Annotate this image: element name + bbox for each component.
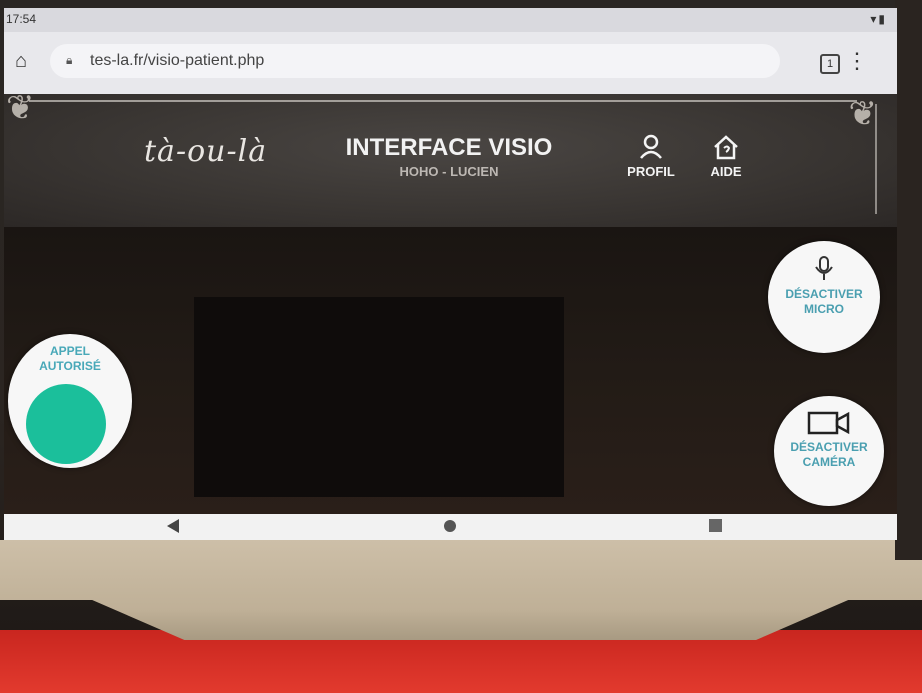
profil-button[interactable]: PROFIL [621,134,681,179]
aide-button[interactable]: AIDE [696,134,756,179]
home-icon[interactable]: ⌂ [10,50,32,72]
camera-label-line1: DÉSACTIVER [790,440,868,454]
site-header: ❦ ❦ tà-ou-là INTERFACE VISIO HOHO - LUCI… [4,89,897,227]
lock-icon: 🔒︎ [66,53,73,67]
system-nav-bar [4,514,897,540]
back-icon[interactable] [167,519,179,533]
page-subtitle: HOHO - LUCIEN [399,164,499,179]
tablet-bezel [895,0,922,560]
micro-label-line2: MICRO [804,302,844,316]
appel-label: APPEL AUTORISÉ [8,344,132,374]
video-camera-icon [807,411,850,435]
status-icons: ▾▮ [870,12,887,26]
flourish-right-icon: ❦ [848,95,878,133]
video-area [4,227,897,514]
page-title: INTERFACE VISIO [345,134,553,161]
aide-label: AIDE [710,164,742,179]
video-feed [194,297,564,497]
microphone-icon [815,256,833,280]
appel-label-line1: APPEL [49,344,90,358]
appel-label-line2: AUTORISÉ [39,359,101,373]
tablet-screen: 17:54 ▾▮ ⌂ 🔒︎ tes-la.fr/visio-patient.ph… [4,8,897,540]
help-house-icon [714,135,738,160]
browser-toolbar: ⌂ 🔒︎ tes-la.fr/visio-patient.php 1 ⋮ [4,32,897,95]
overflow-menu-icon[interactable]: ⋮ [846,48,868,76]
disable-camera-button[interactable]: DÉSACTIVER CAMÉRA [774,396,884,506]
url-text[interactable]: tes-la.fr/visio-patient.php [90,52,264,70]
status-time: 17:54 [6,12,37,26]
camera-label-line2: CAMÉRA [802,455,856,469]
ornamental-border [29,100,857,102]
tab-switcher-button[interactable]: 1 [820,54,840,74]
home-circle-icon[interactable] [444,520,456,532]
address-bar[interactable]: 🔒︎ tes-la.fr/visio-patient.php [50,44,780,78]
micro-label-line1: DÉSACTIVER [785,287,863,301]
profil-label: PROFIL [627,164,675,179]
recent-apps-icon[interactable] [709,519,722,532]
appel-autorise-indicator[interactable]: APPEL AUTORISÉ [8,334,132,468]
user-icon [640,134,662,159]
site-logo[interactable]: tà-ou-là [144,134,267,169]
web-page: ❦ ❦ tà-ou-là INTERFACE VISIO HOHO - LUCI… [4,89,897,514]
battery-icon: ▮ [878,12,887,26]
mute-micro-button[interactable]: DÉSACTIVER MICRO [768,241,880,353]
tablet-case [0,540,922,640]
status-bar: 17:54 ▾▮ [4,8,897,32]
flourish-left-icon: ❦ [6,89,35,127]
status-dot-icon [26,384,106,464]
